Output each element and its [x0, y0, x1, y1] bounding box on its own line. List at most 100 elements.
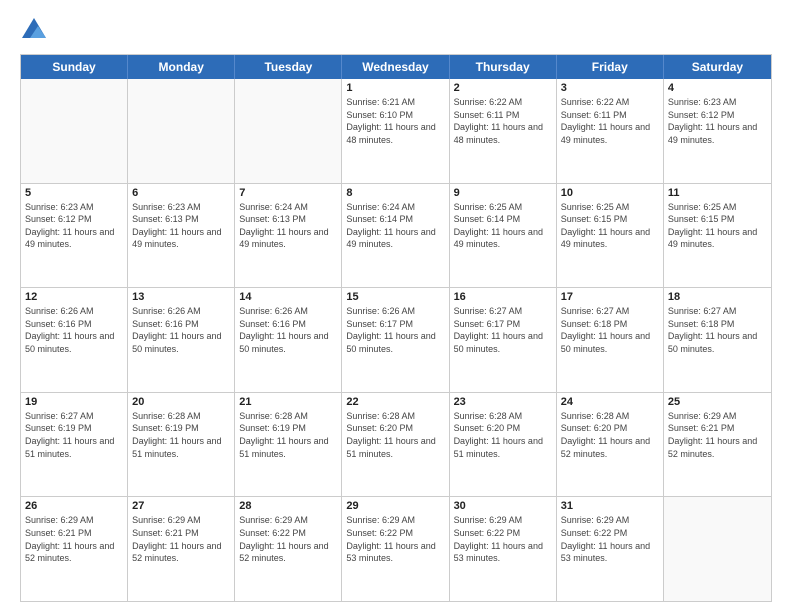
day-number: 7 — [239, 187, 337, 199]
header-day-wednesday: Wednesday — [342, 55, 449, 79]
calendar-cell: 24 Sunrise: 6:28 AMSunset: 6:20 PMDayligh… — [557, 393, 664, 497]
calendar: SundayMondayTuesdayWednesdayThursdayFrid… — [20, 54, 772, 602]
day-info: Sunrise: 6:27 AMSunset: 6:18 PMDaylight:… — [668, 305, 767, 355]
day-number: 26 — [25, 500, 123, 512]
calendar-cell: 3Sunrise: 6:22 AMSunset: 6:11 PMDaylight… — [557, 79, 664, 183]
day-number: 4 — [668, 82, 767, 94]
calendar-row-3: 12 Sunrise: 6:26 AMSunset: 6:16 PMDayligh… — [21, 287, 771, 392]
day-info: Sunrise: 6:27 AMSunset: 6:18 PMDaylight:… — [561, 305, 659, 355]
calendar-cell: 10 Sunrise: 6:25 AMSunset: 6:15 PMDayligh… — [557, 184, 664, 288]
day-number: 28 — [239, 500, 337, 512]
day-number: 10 — [561, 187, 659, 199]
day-number: 8 — [346, 187, 444, 199]
day-info: Sunrise: 6:28 AMSunset: 6:19 PMDaylight:… — [132, 410, 230, 460]
day-info: Sunrise: 6:23 AMSunset: 6:12 PMDaylight:… — [25, 201, 123, 251]
day-info: Sunrise: 6:29 AMSunset: 6:21 PMDaylight:… — [25, 514, 123, 564]
day-info: Sunrise: 6:25 AMSunset: 6:14 PMDaylight:… — [454, 201, 552, 251]
day-info: Sunrise: 6:29 AMSunset: 6:21 PMDaylight:… — [668, 410, 767, 460]
calendar-cell: 7Sunrise: 6:24 AMSunset: 6:13 PMDaylight… — [235, 184, 342, 288]
day-number: 5 — [25, 187, 123, 199]
day-info: Sunrise: 6:28 AMSunset: 6:20 PMDaylight:… — [561, 410, 659, 460]
day-info: Sunrise: 6:28 AMSunset: 6:20 PMDaylight:… — [454, 410, 552, 460]
calendar-row-1: 1 Sunrise: 6:21 AMSunset: 6:10 PMDaylight… — [21, 79, 771, 183]
day-number: 6 — [132, 187, 230, 199]
header — [20, 16, 772, 44]
logo — [20, 16, 52, 44]
day-info: Sunrise: 6:27 AMSunset: 6:19 PMDaylight:… — [25, 410, 123, 460]
calendar-cell: 22 Sunrise: 6:28 AMSunset: 6:20 PMDayligh… — [342, 393, 449, 497]
header-day-saturday: Saturday — [664, 55, 771, 79]
day-number: 16 — [454, 291, 552, 303]
calendar-row-2: 5 Sunrise: 6:23 AMSunset: 6:12 PMDaylight… — [21, 183, 771, 288]
day-number: 1 — [346, 82, 444, 94]
day-number: 14 — [239, 291, 337, 303]
calendar-cell: 31 Sunrise: 6:29 AMSunset: 6:22 PMDayligh… — [557, 497, 664, 601]
calendar-cell: 25Sunrise: 6:29 AMSunset: 6:21 PMDayligh… — [664, 393, 771, 497]
day-info: Sunrise: 6:25 AMSunset: 6:15 PMDaylight:… — [561, 201, 659, 251]
calendar-cell: 12 Sunrise: 6:26 AMSunset: 6:16 PMDayligh… — [21, 288, 128, 392]
calendar-cell: 19Sunrise: 6:27 AMSunset: 6:19 PMDayligh… — [21, 393, 128, 497]
calendar-cell: 15Sunrise: 6:26 AMSunset: 6:17 PMDayligh… — [342, 288, 449, 392]
page: SundayMondayTuesdayWednesdayThursdayFrid… — [0, 0, 792, 612]
calendar-row-5: 26 Sunrise: 6:29 AMSunset: 6:21 PMDayligh… — [21, 496, 771, 601]
day-info: Sunrise: 6:26 AMSunset: 6:16 PMDaylight:… — [239, 305, 337, 355]
day-number: 31 — [561, 500, 659, 512]
day-info: Sunrise: 6:25 AMSunset: 6:15 PMDaylight:… — [668, 201, 767, 251]
day-number: 3 — [561, 82, 659, 94]
day-info: Sunrise: 6:27 AMSunset: 6:17 PMDaylight:… — [454, 305, 552, 355]
day-number: 24 — [561, 396, 659, 408]
header-day-monday: Monday — [128, 55, 235, 79]
calendar-cell: 23 Sunrise: 6:28 AMSunset: 6:20 PMDayligh… — [450, 393, 557, 497]
day-number: 23 — [454, 396, 552, 408]
day-number: 9 — [454, 187, 552, 199]
day-number: 22 — [346, 396, 444, 408]
calendar-cell — [128, 79, 235, 183]
calendar-cell: 17 Sunrise: 6:27 AMSunset: 6:18 PMDayligh… — [557, 288, 664, 392]
day-info: Sunrise: 6:29 AMSunset: 6:21 PMDaylight:… — [132, 514, 230, 564]
day-number: 29 — [346, 500, 444, 512]
calendar-cell: 29Sunrise: 6:29 AMSunset: 6:22 PMDayligh… — [342, 497, 449, 601]
day-info: Sunrise: 6:22 AMSunset: 6:11 PMDaylight:… — [454, 96, 552, 146]
day-info: Sunrise: 6:23 AMSunset: 6:13 PMDaylight:… — [132, 201, 230, 251]
day-info: Sunrise: 6:23 AMSunset: 6:12 PMDaylight:… — [668, 96, 767, 146]
calendar-cell: 9 Sunrise: 6:25 AMSunset: 6:14 PMDaylight… — [450, 184, 557, 288]
day-info: Sunrise: 6:28 AMSunset: 6:20 PMDaylight:… — [346, 410, 444, 460]
day-number: 12 — [25, 291, 123, 303]
calendar-cell: 21Sunrise: 6:28 AMSunset: 6:19 PMDayligh… — [235, 393, 342, 497]
calendar-cell: 16 Sunrise: 6:27 AMSunset: 6:17 PMDayligh… — [450, 288, 557, 392]
calendar-cell: 28Sunrise: 6:29 AMSunset: 6:22 PMDayligh… — [235, 497, 342, 601]
calendar-cell: 5 Sunrise: 6:23 AMSunset: 6:12 PMDaylight… — [21, 184, 128, 288]
day-number: 15 — [346, 291, 444, 303]
calendar-cell: 2 Sunrise: 6:22 AMSunset: 6:11 PMDaylight… — [450, 79, 557, 183]
day-info: Sunrise: 6:29 AMSunset: 6:22 PMDaylight:… — [561, 514, 659, 564]
calendar-cell — [21, 79, 128, 183]
calendar-cell: 4 Sunrise: 6:23 AMSunset: 6:12 PMDaylight… — [664, 79, 771, 183]
calendar-cell: 20 Sunrise: 6:28 AMSunset: 6:19 PMDayligh… — [128, 393, 235, 497]
day-number: 18 — [668, 291, 767, 303]
calendar-cell: 27Sunrise: 6:29 AMSunset: 6:21 PMDayligh… — [128, 497, 235, 601]
header-day-thursday: Thursday — [450, 55, 557, 79]
calendar-body: 1 Sunrise: 6:21 AMSunset: 6:10 PMDaylight… — [21, 79, 771, 601]
calendar-cell: 30Sunrise: 6:29 AMSunset: 6:22 PMDayligh… — [450, 497, 557, 601]
day-info: Sunrise: 6:24 AMSunset: 6:14 PMDaylight:… — [346, 201, 444, 251]
calendar-cell: 26 Sunrise: 6:29 AMSunset: 6:21 PMDayligh… — [21, 497, 128, 601]
header-day-tuesday: Tuesday — [235, 55, 342, 79]
day-number: 17 — [561, 291, 659, 303]
calendar-cell: 1 Sunrise: 6:21 AMSunset: 6:10 PMDaylight… — [342, 79, 449, 183]
day-number: 20 — [132, 396, 230, 408]
calendar-cell — [235, 79, 342, 183]
header-day-friday: Friday — [557, 55, 664, 79]
day-info: Sunrise: 6:26 AMSunset: 6:16 PMDaylight:… — [132, 305, 230, 355]
calendar-cell — [664, 497, 771, 601]
day-number: 2 — [454, 82, 552, 94]
calendar-cell: 13 Sunrise: 6:26 AMSunset: 6:16 PMDayligh… — [128, 288, 235, 392]
day-info: Sunrise: 6:21 AMSunset: 6:10 PMDaylight:… — [346, 96, 444, 146]
day-info: Sunrise: 6:28 AMSunset: 6:19 PMDaylight:… — [239, 410, 337, 460]
day-number: 11 — [668, 187, 767, 199]
calendar-cell: 14 Sunrise: 6:26 AMSunset: 6:16 PMDayligh… — [235, 288, 342, 392]
calendar-cell: 8 Sunrise: 6:24 AMSunset: 6:14 PMDaylight… — [342, 184, 449, 288]
day-info: Sunrise: 6:29 AMSunset: 6:22 PMDaylight:… — [454, 514, 552, 564]
day-number: 13 — [132, 291, 230, 303]
day-info: Sunrise: 6:26 AMSunset: 6:16 PMDaylight:… — [25, 305, 123, 355]
calendar-cell: 11 Sunrise: 6:25 AMSunset: 6:15 PMDayligh… — [664, 184, 771, 288]
